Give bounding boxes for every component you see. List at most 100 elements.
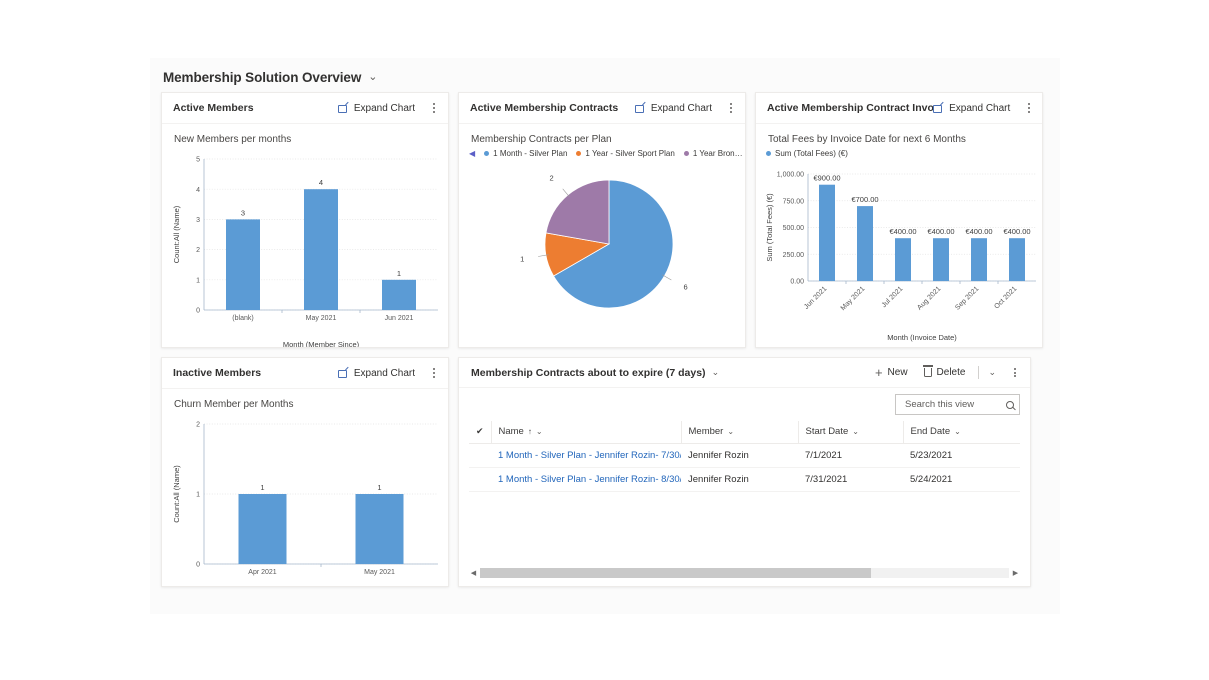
- card-title: Active Membership Contract Invoic…: [767, 102, 934, 114]
- svg-text:0: 0: [196, 562, 200, 569]
- expand-chart-button[interactable]: Expand Chart: [634, 101, 712, 114]
- svg-text:May 2021: May 2021: [840, 285, 867, 312]
- column-menu-chevron-icon[interactable]: ⌄: [852, 427, 859, 436]
- svg-text:1: 1: [260, 483, 264, 492]
- column-label: Member: [688, 425, 724, 437]
- legend-color-swatch: [766, 151, 771, 156]
- search-icon[interactable]: [1006, 400, 1014, 409]
- more-options-icon[interactable]: [428, 102, 440, 114]
- card-body: Membership Contracts per Plan ◀ 1 Month …: [459, 124, 745, 347]
- svg-text:0.00: 0.00: [790, 279, 804, 286]
- svg-text:0: 0: [196, 308, 200, 315]
- svg-text:1: 1: [196, 492, 200, 499]
- row-checkbox[interactable]: [469, 443, 491, 468]
- column-header-start-date[interactable]: Start Date ⌄: [798, 421, 904, 444]
- svg-text:4: 4: [319, 178, 323, 187]
- scroll-left-icon[interactable]: ◀: [469, 569, 478, 577]
- chart-subtitle: New Members per months: [174, 134, 292, 145]
- new-button[interactable]: + New: [875, 366, 908, 379]
- expand-chart-button[interactable]: Expand Chart: [337, 101, 415, 114]
- expand-chart-button[interactable]: Expand Chart: [933, 101, 1010, 114]
- svg-text:€400.00: €400.00: [927, 227, 954, 236]
- expand-chart-icon: [933, 101, 945, 114]
- pie-legend: ◀ 1 Month - Silver Plan 1 Year - Silver …: [459, 145, 745, 158]
- page-title-chevron-icon[interactable]: ⌄: [368, 71, 377, 83]
- legend-scroll-left-icon[interactable]: ◀: [469, 149, 475, 158]
- legend-item: 1 Year - Silver Sport Plan: [576, 149, 675, 158]
- svg-text:May 2021: May 2021: [364, 569, 395, 576]
- delete-label: Delete: [936, 367, 966, 378]
- search-input[interactable]: [903, 398, 1006, 411]
- scrollbar-track[interactable]: [480, 568, 1009, 578]
- svg-text:Sum (Total Fees) (€): Sum (Total Fees) (€): [765, 193, 774, 262]
- column-header-member[interactable]: Member ⌄: [681, 421, 799, 444]
- scroll-right-icon[interactable]: ▶: [1011, 569, 1020, 577]
- column-label: Name: [498, 425, 524, 437]
- svg-text:2: 2: [550, 174, 554, 183]
- svg-text:2: 2: [196, 422, 200, 429]
- table-body: 1 Month - Silver Plan - Jennifer Rozin- …: [469, 443, 1020, 492]
- search-box[interactable]: [895, 394, 1020, 415]
- row-name[interactable]: 1 Month - Silver Plan - Jennifer Rozin- …: [491, 443, 681, 468]
- card-active-members: Active Members Expand Chart New Members …: [161, 92, 449, 348]
- more-options-icon[interactable]: [1023, 102, 1034, 114]
- row-name[interactable]: 1 Month - Silver Plan - Jennifer Rozin- …: [491, 467, 681, 492]
- legend-label: Sum (Total Fees) (€): [775, 149, 848, 158]
- row-start-date: 7/31/2021: [798, 467, 903, 492]
- dashboard-row-1: Active Members Expand Chart New Members …: [150, 92, 1060, 348]
- svg-text:(blank): (blank): [232, 315, 253, 322]
- row-checkbox[interactable]: [469, 467, 491, 492]
- column-header-end-date[interactable]: End Date ⌄: [903, 421, 1020, 444]
- row-end-date: 5/24/2021: [903, 467, 1020, 492]
- more-options-icon[interactable]: [428, 367, 440, 379]
- page-title: Membership Solution Overview: [163, 69, 362, 85]
- card-inactive-members: Inactive Members Expand Chart Churn Memb…: [161, 357, 449, 587]
- chart-churn-members: 0 1 2 1 Apr 2021 1 May 2021 Count:All (Name): [172, 422, 438, 576]
- new-label: New: [887, 367, 908, 378]
- svg-text:Apr 2021: Apr 2021: [248, 569, 277, 576]
- column-menu-chevron-icon[interactable]: ⌄: [727, 427, 734, 436]
- card-contract-invoices: Active Membership Contract Invoic… Expan…: [755, 92, 1043, 348]
- delete-button[interactable]: Delete: [922, 365, 966, 378]
- card-title: Active Membership Contracts: [470, 102, 619, 114]
- expand-chart-button[interactable]: Expand Chart: [337, 366, 415, 379]
- svg-text:Month (Member Since): Month (Member Since): [283, 340, 360, 347]
- row-name-link[interactable]: 1 Month - Silver Plan - Jennifer Rozin- …: [498, 450, 681, 461]
- chart-subtitle: Membership Contracts per Plan: [471, 134, 612, 145]
- more-options-icon[interactable]: [725, 102, 737, 114]
- page-header: Membership Solution Overview ⌄: [150, 58, 1060, 92]
- expand-chart-icon: [337, 101, 349, 114]
- table-row[interactable]: 1 Month - Silver Plan - Jennifer Rozin- …: [469, 443, 1020, 468]
- column-header-name[interactable]: Name ↑ ⌄: [491, 421, 682, 444]
- scrollbar-thumb[interactable]: [480, 568, 872, 578]
- chart-subtitle: Churn Member per Months: [174, 399, 294, 410]
- grid-card-title: Membership Contracts about to expire (7 …: [471, 366, 706, 379]
- svg-text:1,000.00: 1,000.00: [777, 172, 804, 179]
- card-title: Inactive Members: [173, 367, 262, 379]
- svg-text:Sep 2021: Sep 2021: [954, 285, 980, 311]
- legend-label: 1 Year Bron…: [692, 149, 743, 158]
- svg-text:1: 1: [397, 269, 401, 278]
- column-menu-chevron-icon[interactable]: ⌄: [954, 427, 961, 436]
- expand-chart-label: Expand Chart: [650, 102, 712, 114]
- overflow-chevron-icon[interactable]: ⌄: [988, 367, 996, 378]
- svg-text:Aug 2021: Aug 2021: [916, 285, 942, 311]
- svg-text:Oct 2021: Oct 2021: [993, 285, 1018, 310]
- table-row[interactable]: 1 Month - Silver Plan - Jennifer Rozin- …: [469, 467, 1020, 492]
- legend-item: Sum (Total Fees) (€): [766, 149, 848, 158]
- svg-text:6: 6: [683, 283, 687, 292]
- more-options-icon[interactable]: [1009, 366, 1021, 378]
- column-menu-chevron-icon[interactable]: ⌄: [536, 427, 543, 436]
- row-name-link[interactable]: 1 Month - Silver Plan - Jennifer Rozin- …: [498, 474, 681, 485]
- bar-legend: Sum (Total Fees) (€): [756, 145, 1042, 158]
- horizontal-scrollbar[interactable]: ◀ ▶: [469, 567, 1020, 579]
- dashboard-row-2: Inactive Members Expand Chart Churn Memb…: [150, 357, 1060, 587]
- svg-text:5: 5: [196, 157, 200, 164]
- checkmark-icon: ✔: [476, 425, 484, 436]
- chart-active-members: 0 1 2 3 4 5 3 (blank) 4 May 2021 1 Jun 2021 Month (M…: [172, 157, 438, 347]
- svg-text:3: 3: [241, 208, 245, 217]
- svg-text:Jul 2021: Jul 2021: [881, 285, 905, 309]
- select-all-checkbox[interactable]: ✔: [469, 421, 492, 444]
- view-selector-chevron-icon[interactable]: ⌄: [712, 367, 720, 378]
- svg-text:Count:All (Name): Count:All (Name): [172, 205, 181, 263]
